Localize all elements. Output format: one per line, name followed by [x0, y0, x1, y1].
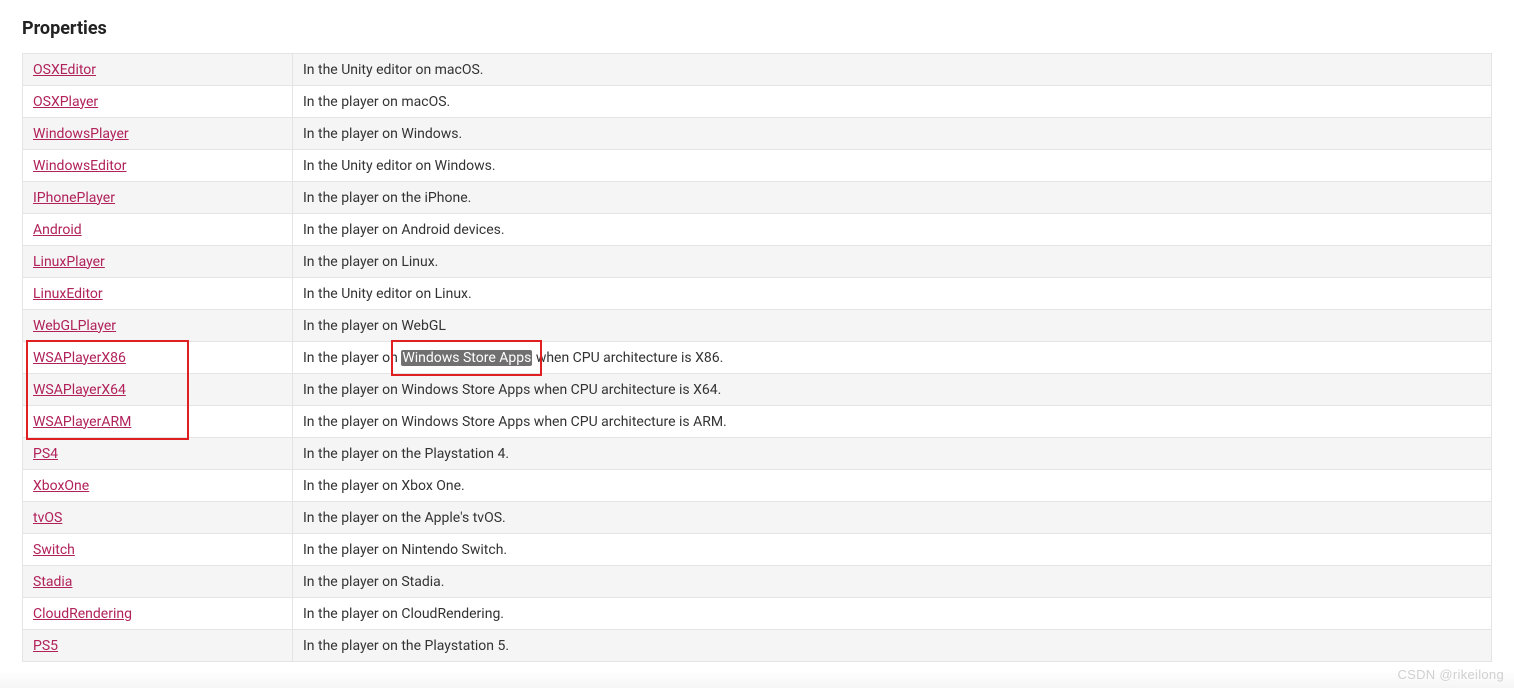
- table-row: WSAPlayerX86 In the player on Windows Sto…: [23, 342, 1492, 374]
- table-row: Stadia In the player on Stadia.: [23, 566, 1492, 598]
- property-name-cell: WindowsEditor: [23, 150, 293, 182]
- bottom-shadow: [0, 670, 1514, 688]
- table-row: PS4 In the player on the Playstation 4.: [23, 438, 1492, 470]
- property-link[interactable]: CloudRendering: [33, 606, 132, 622]
- property-name-cell: WSAPlayerX86: [23, 342, 293, 374]
- property-desc-cell: In the player on Stadia.: [293, 566, 1492, 598]
- property-link[interactable]: OSXPlayer: [33, 94, 98, 110]
- property-name-cell: PS4: [23, 438, 293, 470]
- property-link[interactable]: WSAPlayerX64: [33, 382, 126, 398]
- property-desc-cell: In the player on Windows Store Apps when…: [293, 374, 1492, 406]
- property-link[interactable]: PS5: [33, 638, 58, 654]
- property-desc-cell: In the player on Windows.: [293, 118, 1492, 150]
- table-row: WSAPlayerARM In the player on Windows Sto…: [23, 406, 1492, 438]
- property-link[interactable]: Android: [33, 222, 82, 238]
- table-row: Android In the player on Android devices.: [23, 214, 1492, 246]
- property-link[interactable]: Stadia: [33, 574, 72, 590]
- property-desc-cell: In the player on the Apple's tvOS.: [293, 502, 1492, 534]
- property-desc-cell: In the player on Windows Store Apps when…: [293, 342, 1492, 374]
- property-link[interactable]: IPhonePlayer: [33, 190, 115, 206]
- property-name-cell: WindowsPlayer: [23, 118, 293, 150]
- property-desc-cell: In the player on Windows Store Apps when…: [293, 406, 1492, 438]
- table-row: OSXPlayer In the player on macOS.: [23, 86, 1492, 118]
- table-row: LinuxEditor In the Unity editor on Linux.: [23, 278, 1492, 310]
- property-name-cell: CloudRendering: [23, 598, 293, 630]
- property-desc-cell: In the player on CloudRendering.: [293, 598, 1492, 630]
- table-row: WindowsPlayer In the player on Windows.: [23, 118, 1492, 150]
- property-desc-cell: In the Unity editor on Windows.: [293, 150, 1492, 182]
- table-row: XboxOne In the player on Xbox One.: [23, 470, 1492, 502]
- property-link[interactable]: LinuxPlayer: [33, 254, 105, 270]
- table-row: IPhonePlayer In the player on the iPhone.: [23, 182, 1492, 214]
- property-name-cell: LinuxEditor: [23, 278, 293, 310]
- property-name-cell: LinuxPlayer: [23, 246, 293, 278]
- property-name-cell: WSAPlayerARM: [23, 406, 293, 438]
- property-name-cell: OSXEditor: [23, 54, 293, 86]
- property-desc-cell: In the player on Nintendo Switch.: [293, 534, 1492, 566]
- table-row: LinuxPlayer In the player on Linux.: [23, 246, 1492, 278]
- table-row: CloudRendering In the player on CloudRend…: [23, 598, 1492, 630]
- property-link[interactable]: LinuxEditor: [33, 286, 103, 302]
- property-name-cell: PS5: [23, 630, 293, 662]
- property-link[interactable]: WSAPlayerX86: [33, 350, 126, 366]
- property-link[interactable]: XboxOne: [33, 478, 89, 494]
- property-link[interactable]: tvOS: [33, 510, 62, 526]
- watermark: CSDN @rikeilong: [1397, 667, 1504, 682]
- property-name-cell: WSAPlayerX64: [23, 374, 293, 406]
- properties-table: OSXEditorIn the Unity editor on macOS.OS…: [22, 53, 1492, 662]
- property-name-cell: Stadia: [23, 566, 293, 598]
- table-row: OSXEditor In the Unity editor on macOS.: [23, 54, 1492, 86]
- table-row: PS5 In the player on the Playstation 5.: [23, 630, 1492, 662]
- property-desc-cell: In the player on Xbox One.: [293, 470, 1492, 502]
- property-desc-cell: In the player on the iPhone.: [293, 182, 1492, 214]
- property-link[interactable]: WSAPlayerARM: [33, 414, 131, 430]
- property-name-cell: tvOS: [23, 502, 293, 534]
- property-name-cell: IPhonePlayer: [23, 182, 293, 214]
- property-desc-cell: In the player on the Playstation 5.: [293, 630, 1492, 662]
- table-row: WindowsEditor In the Unity editor on Wind…: [23, 150, 1492, 182]
- property-name-cell: Switch: [23, 534, 293, 566]
- table-row: WSAPlayerX64 In the player on Windows Sto…: [23, 374, 1492, 406]
- table-row: tvOS In the player on the Apple's tvOS.: [23, 502, 1492, 534]
- property-desc-cell: In the Unity editor on macOS.: [293, 54, 1492, 86]
- property-name-cell: OSXPlayer: [23, 86, 293, 118]
- table-row: WebGLPlayer In the player on WebGL: [23, 310, 1492, 342]
- property-link[interactable]: PS4: [33, 446, 58, 462]
- property-link[interactable]: OSXEditor: [33, 62, 96, 78]
- table-row: Switch In the player on Nintendo Switch.: [23, 534, 1492, 566]
- property-link[interactable]: WindowsPlayer: [33, 126, 129, 142]
- property-desc-cell: In the player on the Playstation 4.: [293, 438, 1492, 470]
- property-link[interactable]: Switch: [33, 542, 75, 558]
- property-link[interactable]: WindowsEditor: [33, 158, 126, 174]
- property-name-cell: Android: [23, 214, 293, 246]
- section-heading: Properties: [22, 18, 1492, 39]
- property-desc-cell: In the player on Android devices.: [293, 214, 1492, 246]
- property-name-cell: XboxOne: [23, 470, 293, 502]
- property-desc-cell: In the player on Linux.: [293, 246, 1492, 278]
- highlighted-text: Windows Store Apps: [401, 350, 532, 366]
- property-desc-cell: In the player on WebGL: [293, 310, 1492, 342]
- property-link[interactable]: WebGLPlayer: [33, 318, 116, 334]
- property-name-cell: WebGLPlayer: [23, 310, 293, 342]
- property-desc-cell: In the Unity editor on Linux.: [293, 278, 1492, 310]
- property-desc-cell: In the player on macOS.: [293, 86, 1492, 118]
